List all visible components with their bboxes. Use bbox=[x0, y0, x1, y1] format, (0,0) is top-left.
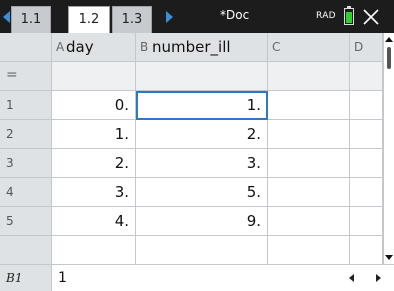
document-toolbar: 1.1 1.2 1.3 *Doc RAD bbox=[0, 0, 394, 34]
column-header-row: A day B number_ill C D bbox=[0, 33, 383, 62]
table-row: 1 0. 1. bbox=[0, 91, 383, 120]
tab-label: 1.1 bbox=[20, 12, 42, 27]
cell-d1[interactable] bbox=[350, 91, 383, 120]
cell-a2[interactable]: 1. bbox=[52, 120, 136, 149]
scrollbar-thumb[interactable] bbox=[387, 47, 391, 69]
entry-line: B1 1 bbox=[0, 264, 394, 291]
cell-b3[interactable]: 3. bbox=[136, 149, 268, 178]
cell-a4[interactable]: 3. bbox=[52, 178, 136, 207]
cell-a3[interactable]: 2. bbox=[52, 149, 136, 178]
cell-c3[interactable] bbox=[268, 149, 350, 178]
cell-a6[interactable] bbox=[52, 236, 136, 264]
close-icon[interactable] bbox=[361, 7, 381, 27]
row-number[interactable]: 3 bbox=[0, 149, 52, 178]
table-row-partial bbox=[0, 236, 383, 264]
formula-cell-c[interactable] bbox=[268, 62, 350, 91]
column-header-a[interactable]: A day bbox=[52, 33, 136, 62]
cell-b5[interactable]: 9. bbox=[136, 207, 268, 236]
tab-page-1-1[interactable]: 1.1 bbox=[11, 6, 51, 33]
column-letter: A bbox=[56, 40, 65, 54]
cell-b6[interactable] bbox=[136, 236, 268, 264]
column-header-c[interactable]: C bbox=[268, 33, 350, 62]
row-number[interactable]: 4 bbox=[0, 178, 52, 207]
column-name: day bbox=[66, 38, 94, 56]
column-letter: B bbox=[140, 40, 149, 54]
cell-d5[interactable] bbox=[350, 207, 383, 236]
table-row: 2 1. 2. bbox=[0, 120, 383, 149]
cell-d3[interactable] bbox=[350, 149, 383, 178]
battery-icon bbox=[344, 6, 354, 25]
cell-c4[interactable] bbox=[268, 178, 350, 207]
cell-reference: B1 bbox=[0, 265, 52, 291]
cell-c5[interactable] bbox=[268, 207, 350, 236]
formula-row: = bbox=[0, 62, 383, 91]
scroll-left-arrow-icon[interactable] bbox=[349, 274, 354, 282]
table-row: 5 4. 9. bbox=[0, 207, 383, 236]
next-page-arrow-icon[interactable] bbox=[166, 11, 173, 23]
cell-a5[interactable]: 4. bbox=[52, 207, 136, 236]
column-name: number_ill bbox=[152, 38, 231, 56]
formula-cell-d[interactable] bbox=[350, 62, 383, 91]
cell-d4[interactable] bbox=[350, 178, 383, 207]
column-header-d[interactable]: D bbox=[350, 33, 383, 62]
cell-c1[interactable] bbox=[268, 91, 350, 120]
row-number[interactable]: 5 bbox=[0, 207, 52, 236]
formula-cell-b[interactable] bbox=[136, 62, 268, 91]
entry-line-input[interactable]: 1 bbox=[58, 265, 67, 291]
cell-c6[interactable] bbox=[268, 236, 350, 264]
cell-c2[interactable] bbox=[268, 120, 350, 149]
column-header-b[interactable]: B number_ill bbox=[136, 33, 268, 62]
cell-b2[interactable]: 2. bbox=[136, 120, 268, 149]
column-letter: D bbox=[354, 40, 364, 54]
table-row: 3 2. 3. bbox=[0, 149, 383, 178]
row-number[interactable]: 1 bbox=[0, 91, 52, 120]
scroll-right-arrow-icon[interactable] bbox=[376, 274, 381, 282]
row-number[interactable] bbox=[0, 236, 52, 264]
tab-page-1-3[interactable]: 1.3 bbox=[112, 6, 152, 33]
table-row: 4 3. 5. bbox=[0, 178, 383, 207]
previous-page-arrow-icon[interactable] bbox=[3, 11, 10, 23]
corner-cell[interactable] bbox=[0, 33, 52, 62]
document-title: *Doc bbox=[220, 8, 250, 22]
formula-cell-a[interactable] bbox=[52, 62, 136, 91]
row-number[interactable]: 2 bbox=[0, 120, 52, 149]
cell-b4[interactable]: 5. bbox=[136, 178, 268, 207]
scroll-down-arrow-icon[interactable] bbox=[385, 255, 393, 260]
column-letter: C bbox=[272, 40, 281, 54]
formula-row-label: = bbox=[0, 62, 52, 91]
cell-d2[interactable] bbox=[350, 120, 383, 149]
angle-mode-indicator: RAD bbox=[316, 11, 336, 21]
cell-a1[interactable]: 0. bbox=[52, 91, 136, 120]
tab-label: 1.2 bbox=[78, 12, 100, 27]
vertical-scrollbar[interactable] bbox=[383, 33, 394, 264]
scroll-up-arrow-icon[interactable] bbox=[385, 37, 393, 42]
tab-label: 1.3 bbox=[121, 12, 143, 27]
cell-b1[interactable]: 1. bbox=[136, 91, 268, 120]
cell-d6[interactable] bbox=[350, 236, 383, 264]
tab-page-1-2[interactable]: 1.2 bbox=[68, 6, 110, 34]
